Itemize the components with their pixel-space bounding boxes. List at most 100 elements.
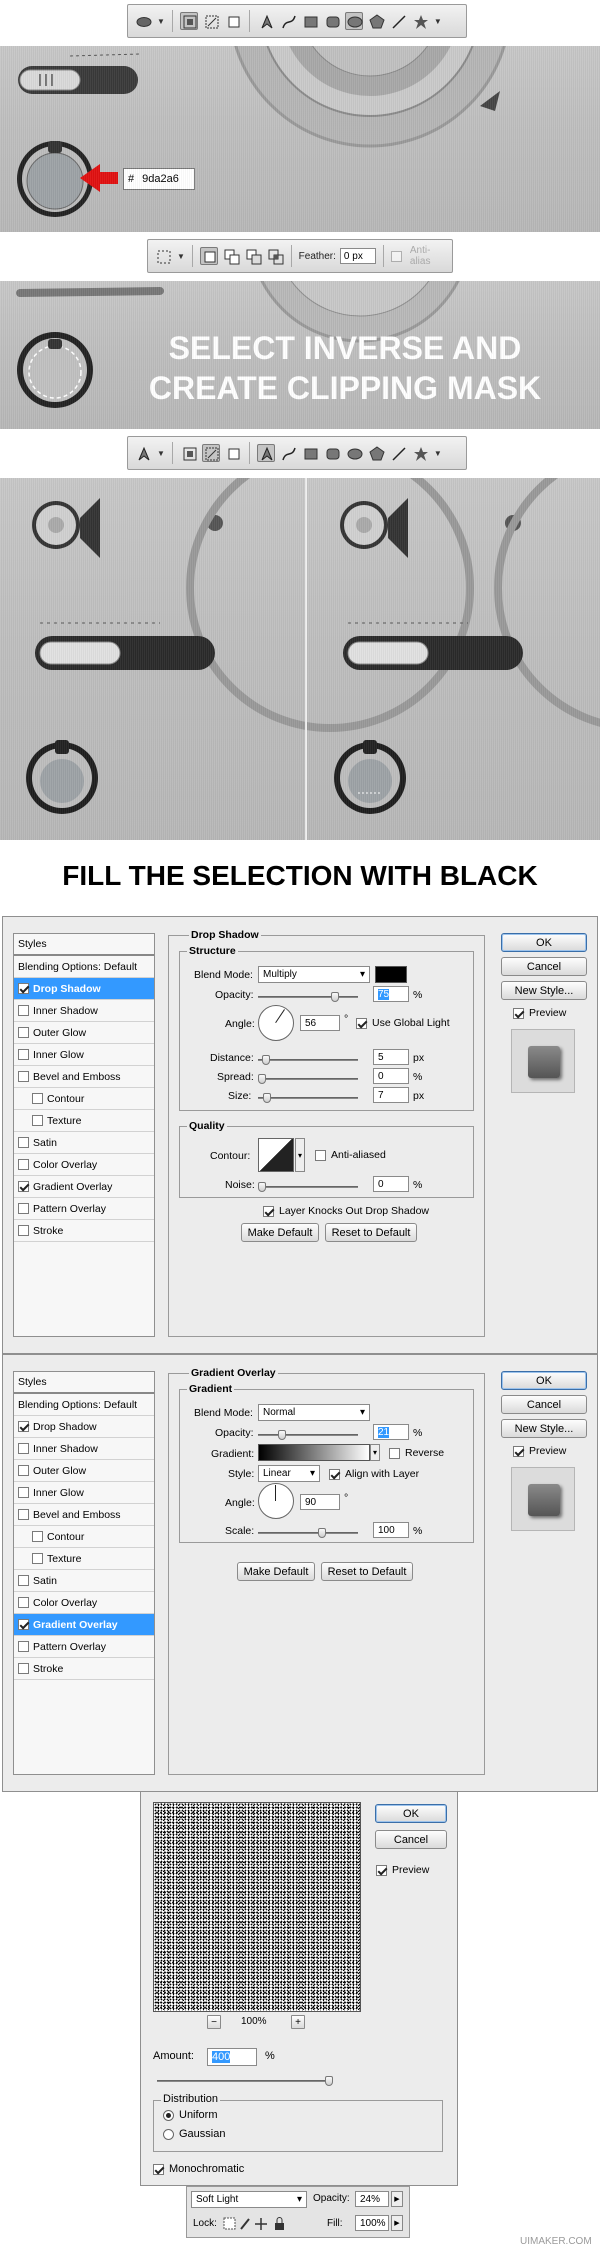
angle-input[interactable]: 56 (300, 1015, 340, 1031)
style-inner-shadow[interactable]: Inner Shadow (14, 1438, 154, 1460)
lock-transparent-icon[interactable] (223, 2217, 236, 2230)
style-bevel-emboss[interactable]: Bevel and Emboss (14, 1504, 154, 1526)
add-selection-icon[interactable] (222, 247, 240, 265)
style-gradient-overlay[interactable]: Gradient Overlay (14, 1614, 154, 1636)
fill-pixels-icon[interactable] (224, 444, 242, 462)
style-texture[interactable]: Texture (14, 1110, 154, 1132)
style-stroke[interactable]: Stroke (14, 1658, 154, 1680)
opacity-input[interactable]: 75 (373, 986, 409, 1002)
rectangle-icon[interactable] (301, 12, 319, 30)
style-satin[interactable]: Satin (14, 1132, 154, 1154)
zoom-out-button[interactable]: − (207, 2015, 221, 2029)
gaussian-radio[interactable] (163, 2129, 174, 2140)
style-outer-glow[interactable]: Outer Glow (14, 1460, 154, 1482)
reset-to-default-button[interactable]: Reset to Default (325, 1223, 417, 1242)
angle-dial[interactable] (258, 1005, 294, 1041)
style-inner-shadow[interactable]: Inner Shadow (14, 1000, 154, 1022)
pen-icon[interactable] (134, 444, 152, 462)
lock-image-icon[interactable] (240, 2218, 250, 2230)
style-satin[interactable]: Satin (14, 1570, 154, 1592)
shape-layers-icon[interactable] (180, 444, 198, 462)
chevron-down-icon[interactable]: ▼ (177, 252, 185, 261)
blend-mode-select[interactable]: Multiply ▾ (258, 966, 370, 983)
style-stroke[interactable]: Stroke (14, 1220, 154, 1242)
style-gradient-overlay[interactable]: Gradient Overlay (14, 1176, 154, 1198)
custom-shape-icon[interactable] (411, 12, 429, 30)
fill-pixels-icon[interactable] (224, 12, 242, 30)
style-contour[interactable]: Contour (14, 1088, 154, 1110)
style-bevel-emboss[interactable]: Bevel and Emboss (14, 1066, 154, 1088)
chevron-right-icon[interactable]: ▶ (391, 2215, 403, 2231)
amount-slider[interactable] (157, 2076, 333, 2086)
styles-header[interactable]: Styles (14, 934, 154, 956)
gradient-picker[interactable] (258, 1444, 370, 1461)
line-icon[interactable] (389, 444, 407, 462)
style-color-overlay[interactable]: Color Overlay (14, 1154, 154, 1176)
spread-slider[interactable] (258, 1074, 358, 1084)
freeform-pen-icon[interactable] (279, 444, 297, 462)
chevron-down-icon[interactable]: ▼ (157, 449, 165, 458)
blending-options[interactable]: Blending Options: Default (14, 956, 154, 978)
subtract-selection-icon[interactable] (244, 247, 262, 265)
opacity-input[interactable]: 21 (373, 1424, 409, 1440)
lock-all-icon[interactable] (275, 2223, 284, 2230)
chevron-down-icon[interactable]: ▾ (370, 1444, 380, 1461)
freeform-pen-icon[interactable] (279, 12, 297, 30)
styles-header[interactable]: Styles (14, 1372, 154, 1394)
style-contour[interactable]: Contour (14, 1526, 154, 1548)
chevron-right-icon[interactable]: ▶ (391, 2191, 403, 2207)
polygon-icon[interactable] (367, 444, 385, 462)
noise-slider[interactable] (258, 1182, 358, 1192)
cancel-button[interactable]: Cancel (375, 1830, 447, 1849)
contour-preview[interactable] (258, 1138, 294, 1172)
use-global-light-checkbox[interactable] (356, 1018, 367, 1029)
rectangle-icon[interactable] (301, 444, 319, 462)
anti-aliased-checkbox[interactable] (315, 1150, 326, 1161)
uniform-radio[interactable] (163, 2110, 174, 2121)
blend-mode-select[interactable]: Normal ▾ (258, 1404, 370, 1421)
style-pattern-overlay[interactable]: Pattern Overlay (14, 1636, 154, 1658)
new-selection-icon[interactable] (199, 247, 218, 265)
preview-checkbox[interactable] (513, 1008, 524, 1019)
distance-input[interactable]: 5 (373, 1049, 409, 1065)
pen-tool-icon[interactable] (256, 444, 275, 462)
style-inner-glow[interactable]: Inner Glow (14, 1482, 154, 1504)
amount-input[interactable]: 400 (207, 2048, 257, 2066)
feather-input[interactable]: 0 px (339, 248, 377, 264)
scale-slider[interactable] (258, 1528, 358, 1538)
spread-input[interactable]: 0 (373, 1068, 409, 1084)
hex-color-field[interactable]: # 9da2a6 (123, 168, 195, 190)
chevron-down-icon[interactable]: ▼ (157, 17, 165, 26)
ellipse-icon[interactable] (344, 12, 363, 30)
lock-position-icon[interactable] (255, 2218, 267, 2230)
chevron-down-icon[interactable]: ▾ (295, 1138, 305, 1172)
intersect-selection-icon[interactable] (266, 247, 284, 265)
angle-dial[interactable] (258, 1483, 294, 1519)
style-select[interactable]: Linear ▾ (258, 1465, 320, 1482)
style-drop-shadow[interactable]: Drop Shadow (14, 1416, 154, 1438)
opacity-slider[interactable] (258, 1430, 358, 1440)
polygon-icon[interactable] (367, 12, 385, 30)
zoom-in-button[interactable]: + (291, 2015, 305, 2029)
chevron-down-icon[interactable]: ▼ (434, 17, 442, 26)
shadow-color-swatch[interactable] (375, 966, 407, 983)
distance-slider[interactable] (258, 1055, 358, 1065)
preview-checkbox[interactable] (513, 1446, 524, 1457)
size-input[interactable]: 7 (373, 1087, 409, 1103)
rounded-rectangle-icon[interactable] (323, 444, 341, 462)
opacity-slider[interactable] (258, 992, 358, 1002)
ok-button[interactable]: OK (375, 1804, 447, 1823)
opacity-input[interactable]: 24% (355, 2191, 389, 2207)
ok-button[interactable]: OK (501, 933, 587, 952)
rounded-rectangle-icon[interactable] (323, 12, 341, 30)
new-style-button[interactable]: New Style... (501, 981, 587, 1000)
style-texture[interactable]: Texture (14, 1548, 154, 1570)
angle-input[interactable]: 90 (300, 1494, 340, 1510)
shape-layers-icon[interactable] (179, 12, 198, 30)
align-with-layer-checkbox[interactable] (329, 1469, 340, 1480)
make-default-button[interactable]: Make Default (241, 1223, 319, 1242)
style-color-overlay[interactable]: Color Overlay (14, 1592, 154, 1614)
chevron-down-icon[interactable]: ▼ (434, 449, 442, 458)
reverse-checkbox[interactable] (389, 1448, 400, 1459)
fill-input[interactable]: 100% (355, 2215, 389, 2231)
